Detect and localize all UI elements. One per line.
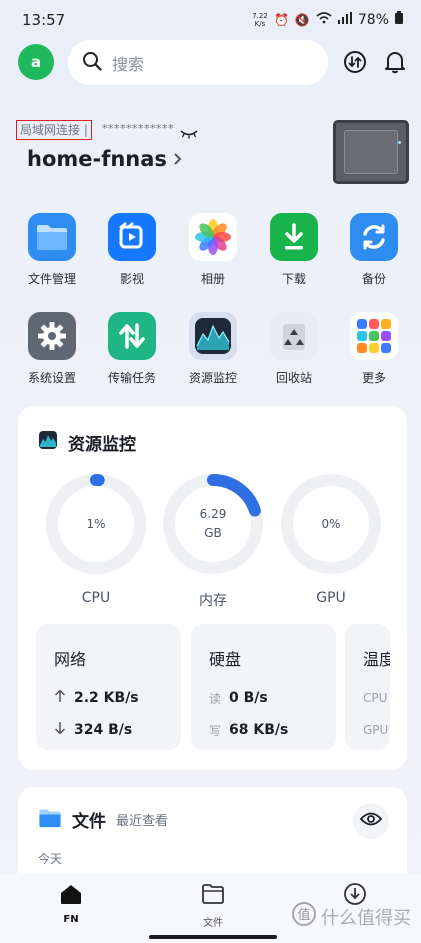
files-card-title: 文件 最近查看 [38,807,168,832]
temp-cpu-key: CPU [363,691,388,705]
home-icon [59,883,83,909]
disk-title: 硬盘 [209,650,242,669]
cpu-usage-value: 1% [86,516,106,531]
monitor-card-title: 资源监控 [38,430,136,455]
network-upload-row: 2.2 KB/s [54,682,163,714]
folder-icon [28,213,76,261]
app-resource-monitor[interactable]: 资源监控 [178,312,248,386]
memory-label: 内存 [199,593,227,609]
arrow-down-icon [54,721,66,739]
status-icons: 7.22 K/s ⏰ 🔇 78% [252,11,403,28]
alarm-icon: ⏰ [273,12,289,27]
nav-files[interactable]: 文件 [173,883,253,929]
svg-text:值: 值 [297,907,310,923]
monitor-icon [189,312,237,360]
photos-icon [189,213,237,261]
search-placeholder: 搜索 [112,54,145,74]
memory-value: 6.29 [199,507,227,521]
app-more[interactable]: 更多 [339,312,409,386]
chevron-right-icon [173,147,183,171]
gpu-usage-value: 0% [321,516,341,531]
status-time: 13:57 [22,11,66,29]
files-subtitle: 最近查看 [116,814,169,829]
net-speed: 7.22 K/s [252,11,268,28]
nav-fn[interactable]: FN [31,883,111,925]
disk-write-row: 写 68 KB/s [209,722,289,738]
download-icon [270,213,318,261]
search-bar[interactable]: 搜索 [68,40,328,85]
lan-connection-label: 局域网连接 | [16,120,92,140]
memory-gauge: 6.29 GB 内存 [161,472,265,610]
monitor-icon [38,430,58,455]
avatar[interactable]: a [18,44,54,80]
mute-icon: 🔇 [294,12,310,27]
signal-icon [337,12,352,27]
resource-monitor-card[interactable]: 资源监控 1% CPU 6.29 GB 内存 0% GPU 网络 2.2 KB/… [18,406,407,770]
gpu-label: GPU [316,590,346,606]
app-backup[interactable]: 备份 [339,213,409,287]
watermark: 值 什么值得买 [291,901,411,932]
app-download[interactable]: 下载 [259,213,329,287]
network-stat-box[interactable]: 网络 2.2 KB/s 324 B/s [36,624,181,750]
folder-icon [38,808,62,832]
cpu-label: CPU [81,590,111,606]
transfer-status-icon[interactable] [341,48,369,76]
today-group-label: 今天 [38,852,63,866]
film-icon [108,213,156,261]
battery-icon [395,11,403,28]
battery-level: 78% [357,11,389,28]
gear-icon [28,312,76,360]
app-recycle-bin[interactable]: 回收站 [259,312,329,386]
network-download-row: 324 B/s [54,714,163,746]
arrow-up-icon [54,689,66,707]
app-photos[interactable]: 相册 [178,213,248,287]
more-apps-icon [350,312,398,360]
device-name[interactable]: home-fnnas [27,147,183,171]
network-download-value: 324 B/s [74,722,133,738]
status-bar: 13:57 7.22 K/s ⏰ 🔇 78% [0,0,421,40]
recycle-icon [270,312,318,360]
wifi-icon [316,12,332,27]
temperature-stat-box[interactable]: 温度 CPU GPU [345,624,390,750]
eye-closed-icon[interactable] [180,124,198,143]
memory-unit: GB [204,526,222,540]
network-title: 网络 [54,650,87,669]
app-video[interactable]: 影视 [97,213,167,287]
backup-icon [350,213,398,261]
nas-device-image [333,120,409,184]
disk-read-row: 读 0 B/s [209,690,268,706]
app-file-manager[interactable]: 文件管理 [17,213,87,287]
bottom-navigation: FN 文件 值 什么值得买 [0,873,421,943]
masked-ip: ************ [102,122,174,135]
folder-outline-icon [201,883,225,909]
eye-icon [359,811,383,831]
gpu-gauge: 0% GPU [279,472,383,606]
disk-stat-box[interactable]: 硬盘 读 0 B/s 写 68 KB/s [191,624,336,750]
temperature-title: 温度 [363,650,390,669]
disk-write-value: 68 KB/s [229,722,289,738]
view-toggle-button[interactable] [353,803,389,839]
app-system-settings[interactable]: 系统设置 [17,312,87,386]
disk-read-value: 0 B/s [229,690,268,706]
watermark-logo-icon: 值 [291,901,317,932]
home-indicator[interactable] [149,935,277,939]
app-transfer-tasks[interactable]: 传输任务 [97,312,167,386]
temp-gpu-key: GPU [363,723,389,737]
network-upload-value: 2.2 KB/s [74,690,139,706]
cpu-gauge: 1% CPU [44,472,148,606]
transfer-icon [108,312,156,360]
search-icon [82,51,102,75]
bell-icon[interactable] [381,48,409,76]
